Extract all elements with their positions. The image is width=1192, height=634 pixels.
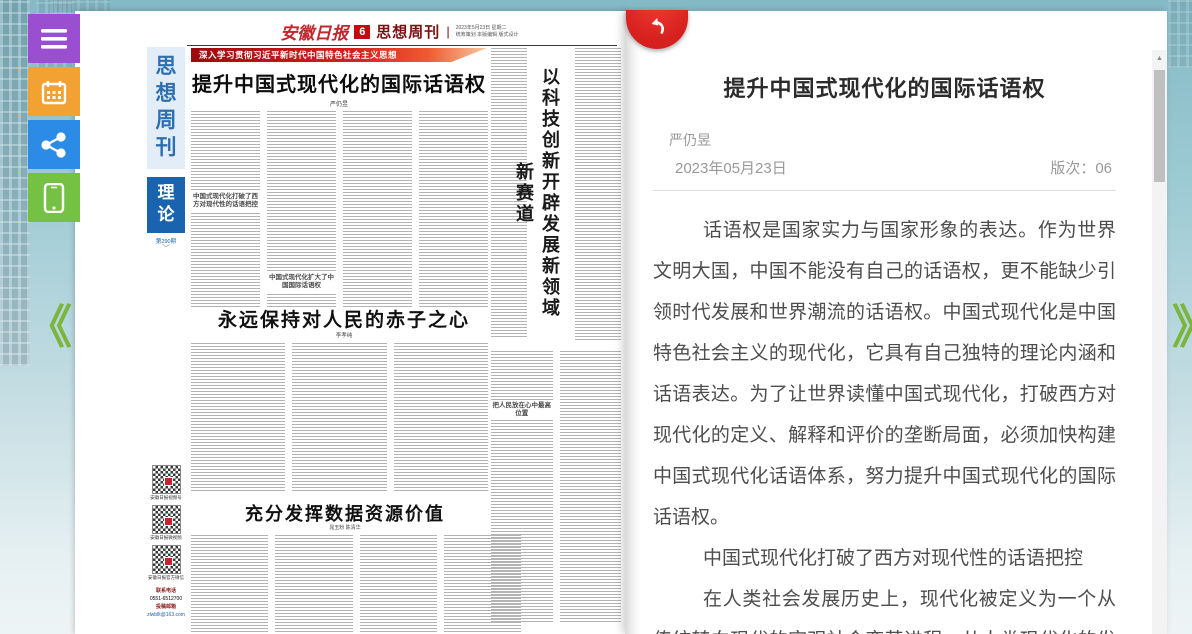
lead-headline[interactable]: 提升中国式现代化的国际话语权	[187, 68, 491, 97]
qr-code	[152, 505, 181, 534]
contact-block: 联系电话 0551-6512700 投稿邮箱 zlwbllt@163.com	[147, 587, 185, 619]
masthead-date: 2023年5月23日 星期二	[456, 25, 507, 31]
article3-headline[interactable]: 充分发挥数据资源价值	[205, 500, 485, 526]
lead-subhead-2: 中国式现代化扩大了中国国际话语权	[267, 272, 336, 292]
article-meta: 2023年05月23日 版次：06	[675, 157, 1112, 178]
scrollbar-up-arrow[interactable]: ▲	[1152, 50, 1167, 66]
previous-page-arrow[interactable]: 《	[26, 302, 72, 352]
sim-text-column	[191, 343, 285, 493]
theme-banner: 深入学习贯彻习近平新时代中国特色社会主义思想	[191, 48, 487, 62]
reader-content: 提升中国式现代化的国际话语权 严仍昱 2023年05月23日 版次：06 话语权…	[641, 11, 1152, 634]
next-page-arrow[interactable]: 》	[1172, 302, 1192, 352]
calendar-button[interactable]	[28, 67, 80, 116]
masthead-info: 2023年5月23日 星期二 统筹策划 本版编辑 版式设计	[456, 25, 530, 39]
lead-author: 严仍昱	[187, 99, 491, 108]
calendar-icon	[41, 79, 67, 105]
backdrop-building	[1168, 0, 1192, 68]
contact-mail: zlwbllt@163.com	[147, 611, 185, 619]
newspaper-page[interactable]: 安徽日报 6 思想周刊 | 2023年5月23日 星期二 统筹策划 本版编辑 版…	[75, 11, 627, 634]
sim-text-column	[292, 343, 386, 493]
article-paragraph: 话语权是国家实力与国家形象的表达。作为世界文明大国，中国不能没有自己的话语权，更…	[653, 210, 1116, 538]
article-date: 2023年05月23日	[675, 157, 787, 178]
phone-icon	[43, 183, 65, 213]
article2-headline[interactable]: 永远保持对人民的赤子之心	[191, 305, 497, 332]
sim-text-column	[560, 351, 622, 623]
share-icon	[41, 132, 67, 158]
sim-text-column: 中国式现代化扩大了中国国际话语权	[267, 111, 336, 307]
article3-author: 晁玉粉 陈清华	[205, 524, 485, 531]
issue-mark: ﹀	[147, 245, 185, 253]
article-subhead: 中国式现代化打破了西方对现代性的话语把控	[653, 538, 1116, 579]
qr-caption: 安徽日报官方微信	[147, 575, 185, 581]
sim-text-column	[360, 535, 437, 634]
share-button[interactable]	[28, 120, 80, 169]
article-edition: 版次：06	[1050, 157, 1112, 178]
masthead-rule	[187, 45, 617, 46]
mobile-button[interactable]	[28, 173, 80, 222]
edition-vertical-title: 思想周刊	[147, 47, 185, 169]
article-reader-panel: 提升中国式现代化的国际话语权 严仍昱 2023年05月23日 版次：06 话语权…	[625, 11, 1167, 634]
page-number-badge: 6	[354, 25, 370, 39]
sim-text-column: 中国式现代化打破了西方对现代性的话语把控	[191, 111, 260, 307]
article-title: 提升中国式现代化的国际话语权	[653, 71, 1116, 103]
section-title: 思想周刊	[376, 21, 440, 42]
article2-columns	[191, 343, 488, 493]
lead-body-columns: 中国式现代化打破了西方对现代性的话语把控 中国式现代化扩大了中国国际话语权	[191, 111, 488, 307]
sim-text-column	[275, 535, 352, 634]
article3-columns	[191, 535, 521, 634]
hamburger-icon	[41, 29, 67, 49]
scrollbar-thumb[interactable]	[1154, 70, 1165, 182]
sim-text-column	[191, 535, 268, 634]
article-body: 话语权是国家实力与国家形象的表达。作为世界文明大国，中国不能没有自己的话语权，更…	[653, 210, 1116, 634]
masthead: 安徽日报 6 思想周刊 | 2023年5月23日 星期二 统筹策划 本版编辑 版…	[260, 19, 550, 44]
menu-button[interactable]	[28, 14, 80, 63]
sim-text-column	[575, 48, 621, 340]
qr-caption: 安徽日报微视频	[147, 535, 185, 541]
article-paragraph: 在人类社会发展历史上，现代化被定义为一个从传统转向现代的宏观社会变革进程。从人类…	[653, 579, 1116, 634]
contact-mail-label: 投稿邮箱	[147, 603, 185, 611]
qr-code	[152, 545, 181, 574]
meta-divider	[653, 190, 1116, 191]
article2-author: 李孝纯	[191, 331, 497, 339]
back-arrow-icon	[644, 10, 670, 44]
sim-text-column	[394, 343, 488, 493]
sim-text-column	[444, 535, 521, 634]
brand-logo: 安徽日报	[280, 19, 348, 44]
article-author: 严仍昱	[669, 130, 1116, 150]
qr-code	[152, 465, 181, 494]
masthead-editors: 统筹策划 本版编辑 版式设计	[456, 32, 519, 38]
lead-subhead-1: 中国式现代化打破了西方对现代性的话语把控	[191, 191, 260, 211]
side-toolbar	[28, 14, 80, 226]
vertical-headline[interactable]: 以科技创新开辟发展新领域新赛道	[527, 59, 563, 327]
reader-scrollbar[interactable]: ▲	[1152, 50, 1167, 634]
edition-strip: 思想周刊 理论 第290期 ﹀	[147, 47, 185, 253]
qr-strip: 安徽日报视频号 安徽日报微视频 安徽日报官方微信 联系电话 0551-65127…	[147, 461, 185, 619]
sim-text-column	[419, 111, 488, 307]
qr-caption: 安徽日报视频号	[147, 495, 185, 501]
contact-phone: 0551-6512700	[147, 595, 185, 603]
sim-text-column	[343, 111, 412, 307]
contact-phone-label: 联系电话	[147, 587, 185, 595]
column-label: 理论	[147, 177, 185, 233]
masthead-divider: |	[446, 24, 449, 39]
article2-subhead: 把人民放在心中最高位置	[491, 400, 553, 420]
